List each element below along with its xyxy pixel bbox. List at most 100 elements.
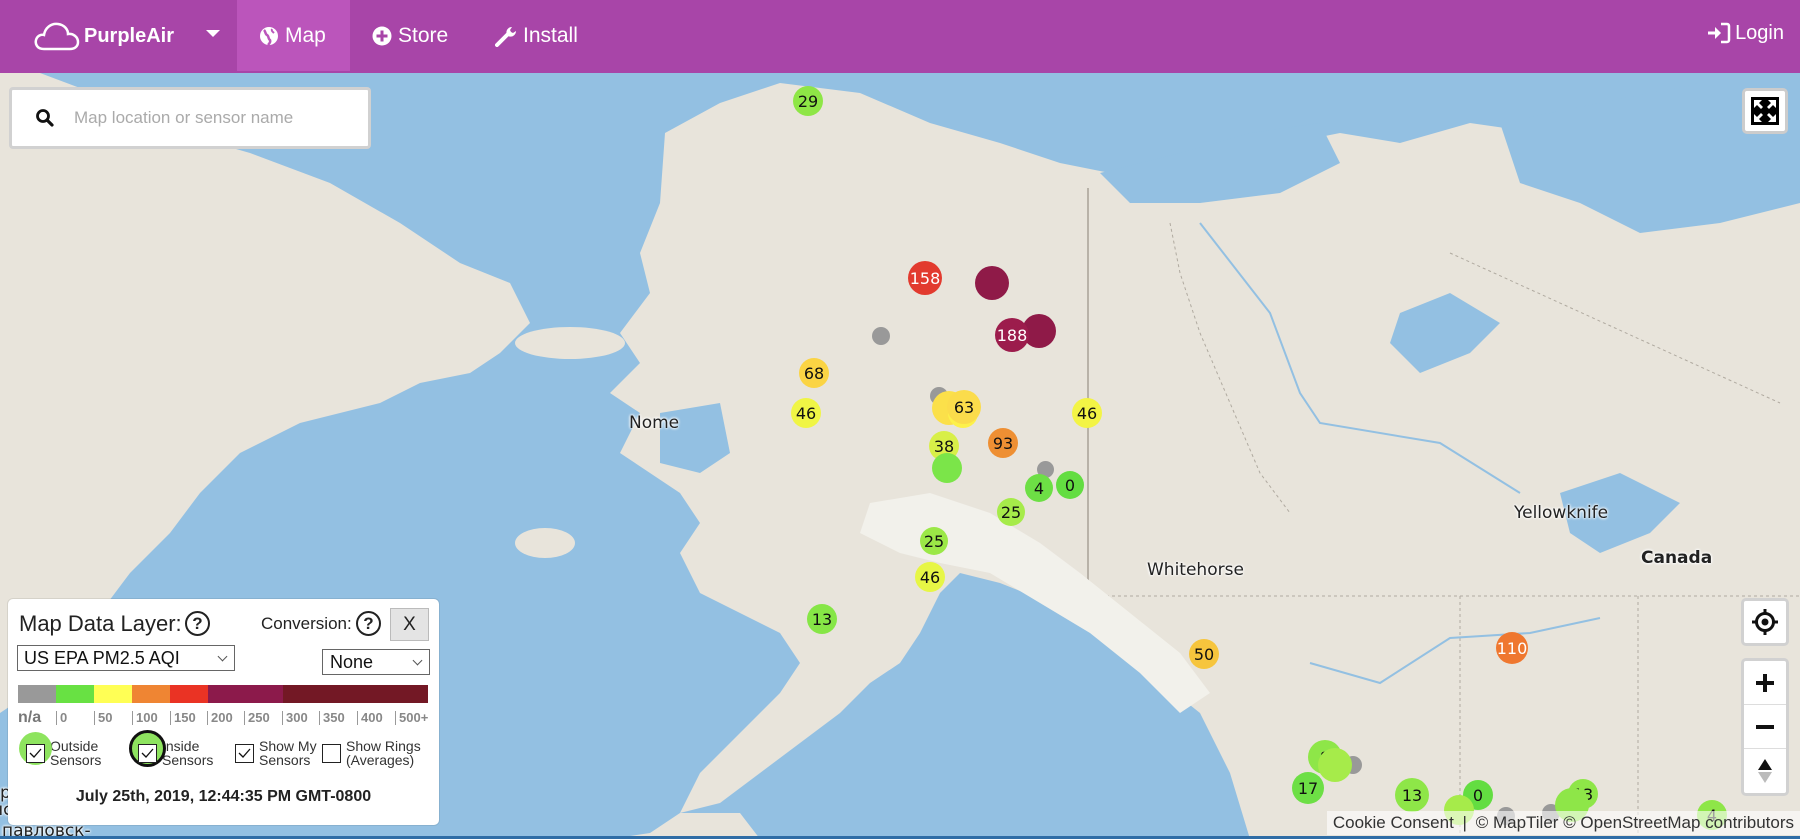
sensor-marker[interactable]: 68 — [799, 358, 829, 388]
sensor-marker[interactable]: 46 — [1072, 398, 1102, 428]
brand-logo[interactable]: PurpleAir — [34, 16, 174, 56]
sensor-marker[interactable]: 93 — [988, 428, 1018, 458]
login-link[interactable]: Login — [1707, 0, 1784, 66]
sensor-marker[interactable]: 188 — [995, 318, 1029, 352]
outside-label-line2: Sensors — [50, 752, 102, 768]
maptiler-link[interactable]: © MapTiler — [1476, 813, 1559, 832]
scale-label: 500+ — [395, 711, 428, 725]
fullscreen-button[interactable] — [1742, 88, 1788, 134]
compass-north-icon — [1758, 759, 1772, 783]
map-attribution: Cookie Consent | © MapTiler © OpenStreet… — [1326, 811, 1800, 835]
brand-name: PurpleAir — [84, 24, 175, 47]
search-input[interactable] — [74, 108, 354, 128]
nav-store[interactable]: Store — [350, 0, 470, 71]
map-legend-panel: Map Data Layer: ? Conversion: ? X US EPA… — [8, 599, 439, 825]
attribution-separator: | — [1462, 813, 1467, 832]
conversion-select[interactable]: None — [322, 649, 430, 675]
map-label-canada: Canada — [1641, 548, 1713, 568]
inside-sensors-label: Inside Sensors — [162, 739, 213, 767]
login-label: Login — [1735, 21, 1784, 44]
expand-arrows-icon — [1751, 97, 1779, 125]
chevron-down-icon — [412, 655, 423, 666]
sensor-marker[interactable]: 17 — [1292, 772, 1324, 804]
crosshair-icon — [1752, 609, 1778, 635]
zoom-in-button[interactable] — [1744, 661, 1786, 705]
sensor-marker[interactable]: 13 — [1395, 778, 1429, 812]
zoom-out-button[interactable] — [1744, 705, 1786, 749]
show-rings-label-line2: (Averages) — [346, 752, 415, 768]
show-my-sensors-toggle[interactable]: Show My Sensors — [235, 739, 317, 767]
brand-dropdown-caret[interactable] — [206, 30, 220, 37]
sign-in-icon — [1708, 22, 1731, 44]
scale-segment — [94, 685, 132, 703]
scale-segment — [208, 685, 283, 703]
sensor-marker[interactable]: 158 — [908, 261, 942, 295]
sensor-marker[interactable]: 46 — [915, 562, 945, 592]
chevron-down-icon — [217, 651, 228, 662]
scale-label: 300 — [282, 711, 308, 725]
nav-map[interactable]: Map — [237, 0, 350, 71]
show-my-sensors-checkbox[interactable] — [235, 743, 254, 763]
outside-sensors-checkbox[interactable] — [26, 743, 45, 763]
compass-button[interactable] — [1744, 749, 1786, 793]
cookie-consent-link[interactable]: Cookie Consent — [1333, 813, 1454, 832]
show-my-sensors-label: Show My Sensors — [259, 739, 317, 767]
plus-circle-icon — [372, 26, 392, 45]
show-rings-label: Show Rings (Averages) — [346, 739, 421, 767]
sensor-marker[interactable]: 50 — [1189, 639, 1219, 669]
data-layer-select[interactable]: US EPA PM2.5 AQI — [17, 645, 235, 671]
minus-icon — [1756, 724, 1774, 729]
sensor-marker[interactable]: 4 — [1025, 474, 1053, 502]
scale-segment — [132, 685, 170, 703]
data-layer-help-icon[interactable]: ? — [185, 611, 210, 636]
scale-label: 200 — [207, 711, 233, 725]
conversion-label: Conversion: — [261, 614, 352, 633]
check-icon — [238, 748, 251, 758]
outside-sensors-toggle[interactable]: Outside Sensors — [19, 732, 102, 768]
scale-label: 150 — [170, 711, 196, 725]
sensor-marker[interactable]: 25 — [997, 498, 1025, 526]
sensor-marker[interactable]: 63 — [947, 390, 981, 424]
search-box — [9, 87, 371, 149]
sensor-marker[interactable]: 13 — [807, 604, 837, 634]
sensor-marker-unlabeled[interactable] — [975, 266, 1009, 300]
inside-sensors-checkbox[interactable] — [138, 743, 157, 763]
aqi-color-scale — [18, 685, 428, 703]
sensor-marker[interactable]: 110 — [1496, 632, 1528, 664]
data-layer-selected: US EPA PM2.5 AQI — [24, 647, 180, 668]
nav-install[interactable]: Install — [473, 0, 600, 71]
sensor-marker-unlabeled[interactable] — [1318, 748, 1352, 782]
osm-link[interactable]: © OpenStreetMap contributors — [1563, 813, 1794, 832]
sensor-marker[interactable]: 29 — [793, 86, 823, 116]
sensor-marker[interactable]: 0 — [1056, 471, 1084, 499]
aqi-scale-labels: n/a 0 50 100 150 200 250 300 350 400 500+ — [18, 710, 433, 729]
map-label-yellowknife: Yellowknife — [1514, 503, 1609, 523]
globe-icon — [260, 26, 278, 46]
scale-segment — [283, 685, 428, 703]
geolocate-button[interactable] — [1741, 598, 1789, 646]
scale-label: 0 — [56, 711, 67, 725]
scale-label: 100 — [132, 711, 158, 725]
map-label-nome: Nome — [629, 413, 680, 433]
scale-segment — [56, 685, 94, 703]
conversion-help-icon[interactable]: ? — [356, 611, 381, 636]
sensor-marker-unlabeled[interactable] — [932, 453, 962, 483]
show-my-label-line2: Sensors — [259, 752, 311, 768]
show-rings-checkbox[interactable] — [322, 743, 341, 763]
data-timestamp: July 25th, 2019, 12:44:35 PM GMT-0800 — [75, 788, 372, 805]
inside-sensors-toggle[interactable]: Inside Sensors — [129, 730, 213, 767]
zoom-controls — [1741, 658, 1789, 796]
show-rings-toggle[interactable]: Show Rings (Averages) — [322, 739, 421, 767]
sensor-marker[interactable]: 25 — [920, 527, 948, 555]
conversion-selected: None — [330, 651, 374, 672]
land-st-lawrence — [515, 327, 625, 359]
nav-install-label: Install — [523, 23, 578, 47]
navbar: PurpleAir Map Store Install Login — [0, 0, 1800, 73]
sensor-marker-unlabeled[interactable] — [872, 327, 890, 345]
scale-label: 50 — [94, 711, 112, 725]
scale-label: 400 — [357, 711, 383, 725]
land-nunivak — [515, 528, 575, 558]
legend-close-button[interactable]: X — [390, 608, 429, 641]
scale-label: 350 — [319, 711, 345, 725]
sensor-marker[interactable]: 46 — [791, 398, 821, 428]
